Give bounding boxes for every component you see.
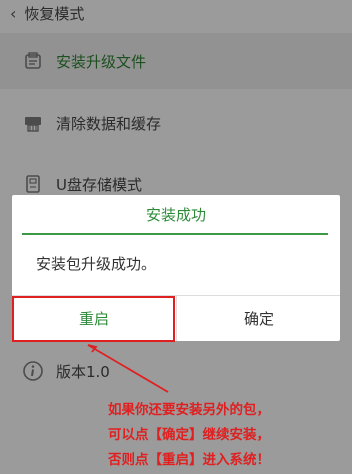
- confirm-button[interactable]: 确定: [177, 296, 341, 341]
- annotation-line: 可以点【确定】继续安装，: [108, 427, 270, 443]
- annotation-text: 如果你还要安装另外的包， 可以点【确定】继续安装， 否则点【重启】进入系统！: [108, 398, 348, 473]
- annotation-highlight-box: [12, 296, 175, 342]
- annotation-line: 否则点【重启】进入系统！: [108, 452, 270, 468]
- annotation-line: 如果你还要安装另外的包，: [108, 402, 270, 418]
- dialog-title-divider: [22, 233, 328, 235]
- dialog-message: 安装包升级成功。: [36, 255, 157, 273]
- dialog-title: 安装成功: [145, 205, 206, 224]
